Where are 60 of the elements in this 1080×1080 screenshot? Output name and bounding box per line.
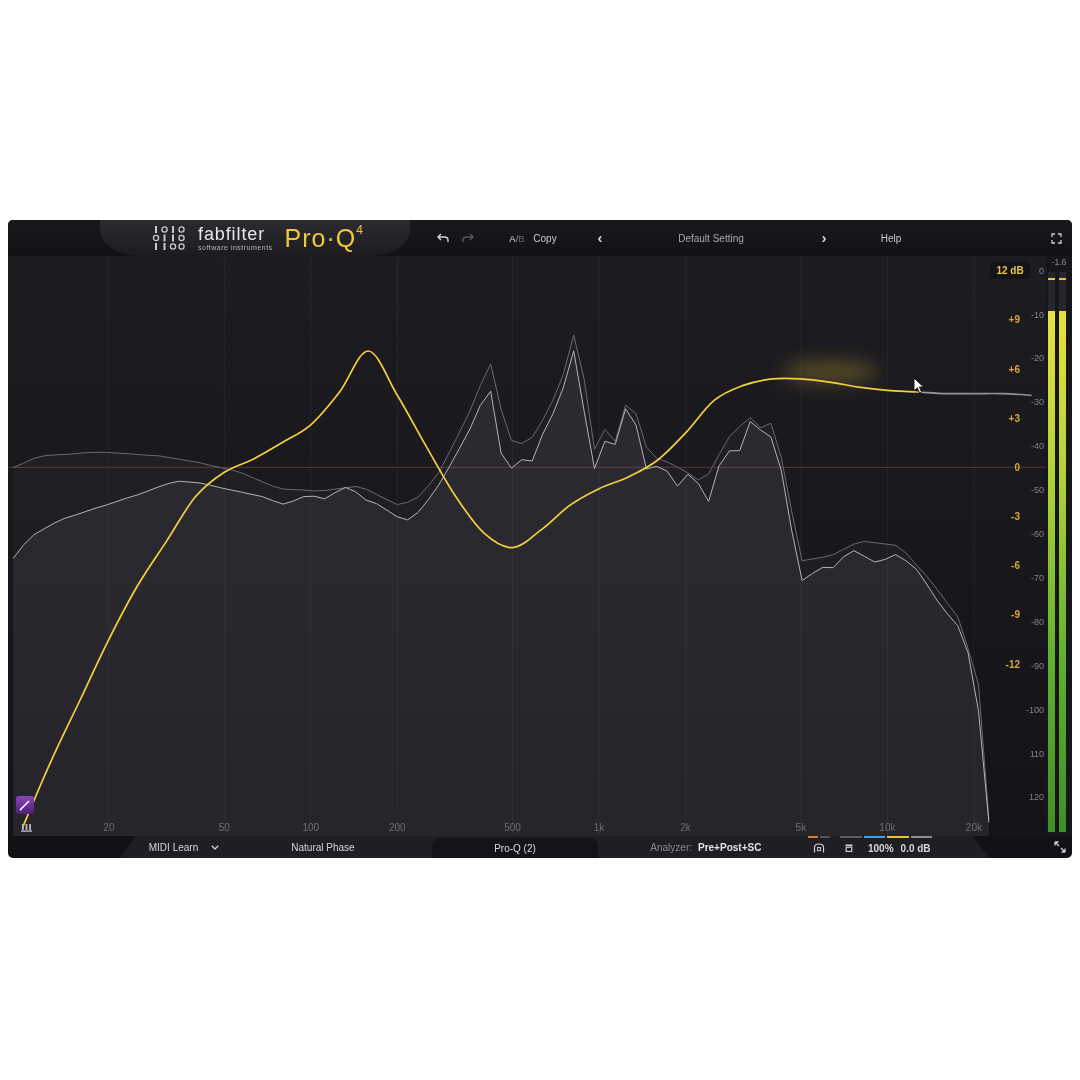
help-button[interactable]: Help <box>871 228 911 248</box>
gain-label: -6 <box>1011 560 1020 572</box>
frequency-label: 20k <box>965 822 982 833</box>
midi-learn-button[interactable]: MIDI Learn <box>143 836 225 858</box>
eq-display[interactable]: 0 -10 -20 -30 -40 -50 -60 -70 -80 -90 -100 110 120 20 50 100 200 500 1k 2k 5k 10k 20k +9 +6 +3 0 -3 -6 -9 -12 12 dB <box>8 256 1046 836</box>
analyzer-scale-label: -50 <box>1031 485 1044 496</box>
analyzer-mode-button[interactable]: Pre+Post+SC <box>698 836 760 858</box>
copy-button[interactable]: Copy <box>529 228 561 248</box>
frequency-label: 50 <box>218 822 230 833</box>
bars-icon[interactable] <box>21 822 32 832</box>
phase-mode-button[interactable]: Natural Phase <box>278 836 368 858</box>
preset-button[interactable]: Default Setting <box>621 228 801 248</box>
gain-label: -12 <box>1005 658 1020 670</box>
prev-preset-button[interactable]: ‹ <box>592 228 608 248</box>
analyzer-scale-label: 120 <box>1028 792 1044 803</box>
analyzer-scale-label: -80 <box>1031 616 1044 627</box>
resize-icon[interactable] <box>1054 841 1066 853</box>
analyzer-scale-label: -60 <box>1031 529 1044 539</box>
analyzer-scale-label: -20 <box>1031 353 1044 364</box>
logo-icon <box>152 225 186 251</box>
analyzer-scale-label: 0 <box>1039 265 1044 276</box>
caret-icon <box>211 844 220 850</box>
analyzer-scale-label: -70 <box>1031 572 1044 583</box>
gain-label: +9 <box>1008 314 1020 326</box>
frequency-label: 100 <box>302 822 320 833</box>
analyzer-scale-label: -90 <box>1031 660 1044 671</box>
analyzer-scale-label: -100 <box>1026 704 1044 715</box>
brand-name: fabfilter <box>198 224 267 243</box>
ab-option[interactable]: A <box>509 232 516 244</box>
next-preset-button[interactable]: › <box>816 228 832 248</box>
fullscreen-icon[interactable] <box>1051 232 1062 244</box>
frequency-label: 5k <box>795 822 807 833</box>
frequency-label: 20 <box>103 822 115 833</box>
frequency-label: 200 <box>388 822 406 833</box>
analyzer-scale-label: -40 <box>1031 441 1044 452</box>
instance-tab[interactable]: Pro-Q (2) <box>432 838 598 858</box>
analyzer-scale-label: 110 <box>1029 748 1044 759</box>
scale-value[interactable]: 100% <box>868 842 894 854</box>
cursor-icon <box>913 377 924 394</box>
analyzer-scale-label: -30 <box>1031 397 1044 408</box>
undo-icon[interactable] <box>437 233 449 243</box>
gain-label: -9 <box>1011 609 1020 621</box>
analyzer-scale-label: -10 <box>1031 309 1044 320</box>
product-name: Pro·Q$^{4}$ <box>284 224 364 252</box>
ab-separator: / <box>515 232 519 244</box>
arch-icon[interactable] <box>813 843 825 853</box>
analyzer-label: Analyzer: <box>649 840 692 855</box>
box-icon[interactable] <box>845 844 853 852</box>
frequency-label: 1k <box>593 822 605 833</box>
range-button[interactable]: 12 dB <box>990 262 1030 279</box>
gain-value[interactable]: 0.0 dB <box>900 842 931 854</box>
gain-label: -3 <box>1011 511 1020 522</box>
gain-label: +6 <box>1008 363 1020 375</box>
brush-icon[interactable] <box>16 796 34 814</box>
frequency-label: 2k <box>680 822 691 833</box>
frequency-label: 500 <box>504 822 521 833</box>
gain-label: 0 <box>1014 461 1020 473</box>
peak-reading: -1.6 <box>1050 256 1068 268</box>
gain-label: +3 <box>1008 412 1020 424</box>
frequency-label: 10k <box>879 822 896 833</box>
